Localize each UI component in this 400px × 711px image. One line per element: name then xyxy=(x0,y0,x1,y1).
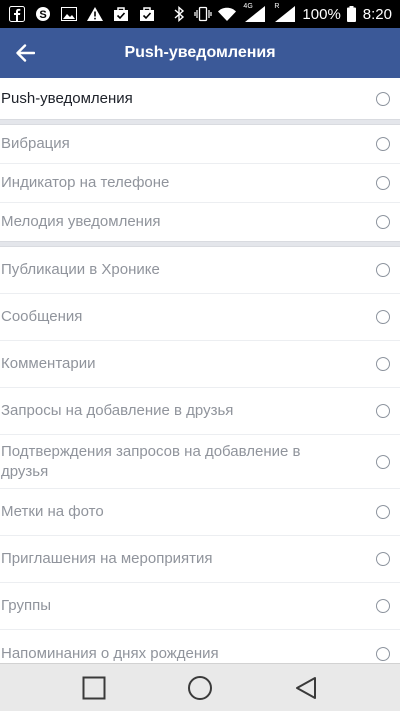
radio-button[interactable] xyxy=(376,599,390,613)
radio-button[interactable] xyxy=(376,404,390,418)
radio-button[interactable] xyxy=(376,91,390,106)
radio-button[interactable] xyxy=(376,646,390,661)
wifi-icon xyxy=(218,5,237,23)
skype-icon: S xyxy=(34,5,52,23)
section-push: Push-уведомления xyxy=(0,78,400,119)
list-item-label: Публикации в Хронике xyxy=(1,261,160,278)
list-item-label: Группы xyxy=(1,597,51,614)
radio-button[interactable] xyxy=(376,137,390,151)
status-bar: S 4G R 100% 8:20 xyxy=(0,0,400,28)
radio-button[interactable] xyxy=(376,505,390,519)
list-item-label: Вибрация xyxy=(1,135,70,152)
battery-percent: 100% xyxy=(302,5,341,23)
vibrate-icon xyxy=(194,5,213,23)
svg-text:S: S xyxy=(39,9,46,21)
app-bar: Push-уведомления xyxy=(0,28,400,78)
list-item-comments[interactable]: Комментарии xyxy=(0,341,400,388)
radio-button[interactable] xyxy=(376,215,390,229)
system-icons: 4G R 100% 8:20 xyxy=(170,3,392,24)
list-item-friend-confirmations[interactable]: Подтверждения запросов на добавление в д… xyxy=(0,435,400,489)
bag-icon xyxy=(112,5,130,23)
clock: 8:20 xyxy=(362,5,392,23)
system-nav-bar xyxy=(0,663,400,711)
list-item-ringtone[interactable]: Мелодия уведомления xyxy=(0,203,400,241)
list-item-label: Комментарии xyxy=(1,355,96,372)
list-item-label: Подтверждения запросов на добавление в д… xyxy=(1,442,301,480)
list-item-label: Индикатор на телефоне xyxy=(1,174,170,191)
recents-button[interactable] xyxy=(62,664,126,711)
section-alerts: Вибрация Индикатор на телефоне Мелодия у… xyxy=(0,125,400,241)
radio-button[interactable] xyxy=(376,454,390,469)
section-categories: Публикации в Хронике Сообщения Комментар… xyxy=(0,247,400,663)
network-label-r: R xyxy=(274,3,280,10)
signal-4g-icon: 4G xyxy=(242,3,266,23)
page-title: Push-уведомления xyxy=(124,44,276,61)
list-item-birthdays[interactable]: Напоминания о днях рождения xyxy=(0,630,400,663)
battery-icon xyxy=(347,5,357,23)
bluetooth-icon xyxy=(170,5,188,23)
notification-icons: S xyxy=(8,4,156,24)
radio-button[interactable] xyxy=(376,176,390,190)
list-item-label: Приглашения на мероприятия xyxy=(1,550,213,567)
list-item-label: Метки на фото xyxy=(1,503,104,520)
list-item-label: Push-уведомления xyxy=(1,89,133,107)
list-item-photo-tags[interactable]: Метки на фото xyxy=(0,489,400,536)
list-item-label: Напоминания о днях рождения xyxy=(1,644,219,662)
back-button[interactable] xyxy=(8,36,42,70)
settings-list: Push-уведомления Вибрация Индикатор на т… xyxy=(0,78,400,663)
nav-back-button[interactable] xyxy=(274,664,338,711)
recents-square-icon xyxy=(82,676,106,700)
arrow-left-icon xyxy=(16,44,35,62)
home-button[interactable] xyxy=(168,664,232,711)
list-item-timeline-posts[interactable]: Публикации в Хронике xyxy=(0,247,400,294)
radio-button[interactable] xyxy=(376,357,390,371)
signal-roaming-icon: R xyxy=(272,3,296,23)
radio-button[interactable] xyxy=(376,310,390,324)
radio-button[interactable] xyxy=(376,263,390,277)
radio-button[interactable] xyxy=(376,552,390,566)
list-item-label: Сообщения xyxy=(1,308,83,325)
check-bag-icon xyxy=(138,5,156,23)
home-circle-icon xyxy=(188,676,212,700)
list-item-label: Мелодия уведомления xyxy=(1,213,161,230)
network-label-4g: 4G xyxy=(243,3,253,10)
image-icon xyxy=(60,5,78,23)
list-item-label: Запросы на добавление в друзья xyxy=(1,402,234,419)
list-item-event-invites[interactable]: Приглашения на мероприятия xyxy=(0,536,400,583)
list-item-led[interactable]: Индикатор на телефоне xyxy=(0,164,400,203)
list-item-friend-requests[interactable]: Запросы на добавление в друзья xyxy=(0,388,400,435)
facebook-icon xyxy=(8,5,26,23)
list-item-push-notifications[interactable]: Push-уведомления xyxy=(0,78,400,119)
list-item-vibration[interactable]: Вибрация xyxy=(0,125,400,164)
list-item-groups[interactable]: Группы xyxy=(0,583,400,630)
warning-icon xyxy=(86,5,104,23)
list-item-messages[interactable]: Сообщения xyxy=(0,294,400,341)
back-triangle-icon xyxy=(296,677,316,699)
